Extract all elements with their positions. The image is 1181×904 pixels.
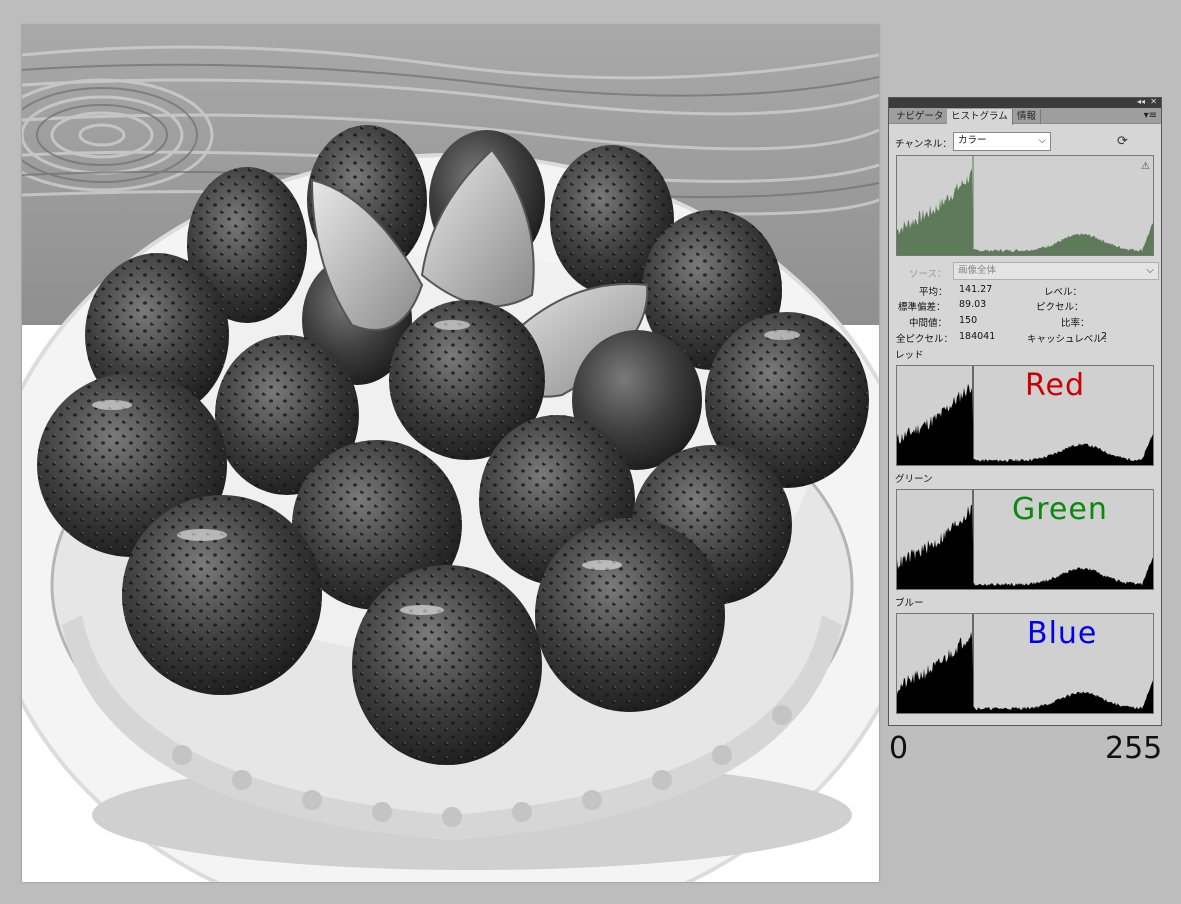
blue-histogram: Blue — [896, 613, 1154, 714]
panel-titlebar[interactable]: ◂◂ ✕ — [889, 97, 1161, 108]
tab-histogram[interactable]: ヒストグラム — [947, 109, 1013, 125]
chevron-down-icon: ⌵ — [1146, 265, 1154, 276]
channel-select[interactable]: カラー ⌵ — [953, 132, 1051, 151]
green-histogram: Green — [896, 489, 1154, 590]
channel-select-value: カラー — [958, 135, 987, 146]
panel-tabbar: ナビゲータ ヒストグラム 情報 ▾≡ — [889, 108, 1161, 125]
red-histogram: Red — [896, 365, 1154, 466]
source-select-value: 画像全体 — [958, 265, 997, 276]
median-label: 中間値： — [909, 318, 948, 329]
red-channel-label: レッド — [895, 350, 924, 361]
image-canvas[interactable] — [22, 25, 879, 882]
panel-menu-icon[interactable]: ▾≡ — [1144, 109, 1157, 123]
tab-info[interactable]: 情報 — [1013, 109, 1042, 124]
pixels-value: 184041 — [959, 331, 996, 342]
count-label: ピクセル： — [1036, 302, 1084, 313]
cache-level-value: 2 — [1101, 331, 1108, 342]
percentile-label: 比率： — [1061, 318, 1090, 329]
blue-channel-label: ブルー — [895, 598, 924, 609]
histogram-panel: ◂◂ ✕ ナビゲータ ヒストグラム 情報 ▾≡ チャンネル： カラー ⌵ ⟳ ⚠… — [888, 97, 1162, 726]
green-channel-label: グリーン — [895, 474, 933, 485]
refresh-icon[interactable]: ⟳ — [1117, 135, 1128, 149]
blue-histogram-graph — [897, 614, 1153, 713]
composite-histogram: ⚠ — [896, 155, 1154, 256]
warning-icon[interactable]: ⚠ — [1141, 161, 1150, 172]
median-value: 150 — [959, 315, 978, 326]
green-overlay-label: Green — [1012, 492, 1108, 527]
mean-value: 141.27 — [959, 284, 993, 295]
scale-max-label: 255 — [1105, 731, 1163, 766]
blue-overlay-label: Blue — [1027, 616, 1098, 651]
scale-min-label: 0 — [889, 731, 909, 766]
source-label: ソース： — [909, 269, 947, 280]
chevron-down-icon: ⌵ — [1038, 135, 1046, 146]
pixels-label: 全ピクセル： — [896, 334, 954, 345]
stddev-label: 標準偏差： — [898, 302, 946, 313]
tab-navigator[interactable]: ナビゲータ — [892, 109, 949, 124]
close-icon[interactable]: ✕ — [1150, 97, 1157, 107]
strawberry-tart-photo — [22, 25, 879, 882]
source-select[interactable]: 画像全体 ⌵ — [953, 262, 1159, 280]
stddev-value: 89.03 — [959, 299, 987, 310]
level-label: レベル： — [1044, 287, 1083, 298]
mean-label: 平均： — [919, 287, 948, 298]
red-overlay-label: Red — [1025, 368, 1085, 403]
cache-level-label: キャッシュレベル： — [1027, 334, 1113, 345]
composite-histogram-graph — [897, 156, 1153, 255]
collapse-icon[interactable]: ◂◂ — [1137, 97, 1145, 107]
channel-label: チャンネル： — [895, 139, 952, 150]
